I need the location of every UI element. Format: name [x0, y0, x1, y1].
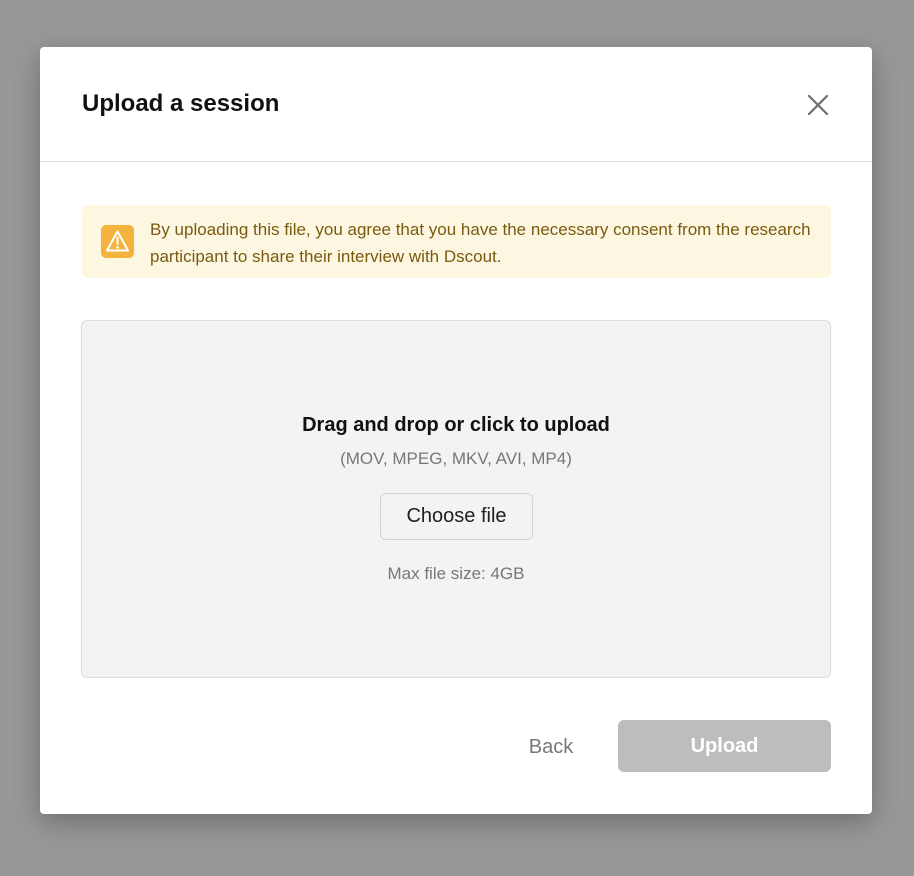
modal-title: Upload a session [82, 90, 280, 117]
upload-button[interactable]: Upload [618, 720, 831, 772]
dropzone-title: Drag and drop or click to upload [302, 414, 610, 436]
close-icon [807, 94, 829, 116]
max-file-size: Max file size: 4GB [387, 564, 525, 583]
back-button[interactable]: Back [508, 721, 594, 773]
consent-notice: By uploading this file, you agree that y… [82, 205, 831, 278]
warning-icon [101, 225, 134, 258]
upload-session-modal: Upload a session By uploading this file,… [40, 47, 872, 814]
modal-header: Upload a session [40, 47, 872, 162]
choose-file-button[interactable]: Choose file [380, 493, 533, 540]
consent-notice-text: By uploading this file, you agree that y… [150, 220, 811, 266]
close-button[interactable] [804, 91, 832, 119]
upload-dropzone[interactable]: Drag and drop or click to upload (MOV, M… [81, 320, 831, 678]
dropzone-formats: (MOV, MPEG, MKV, AVI, MP4) [340, 449, 572, 468]
